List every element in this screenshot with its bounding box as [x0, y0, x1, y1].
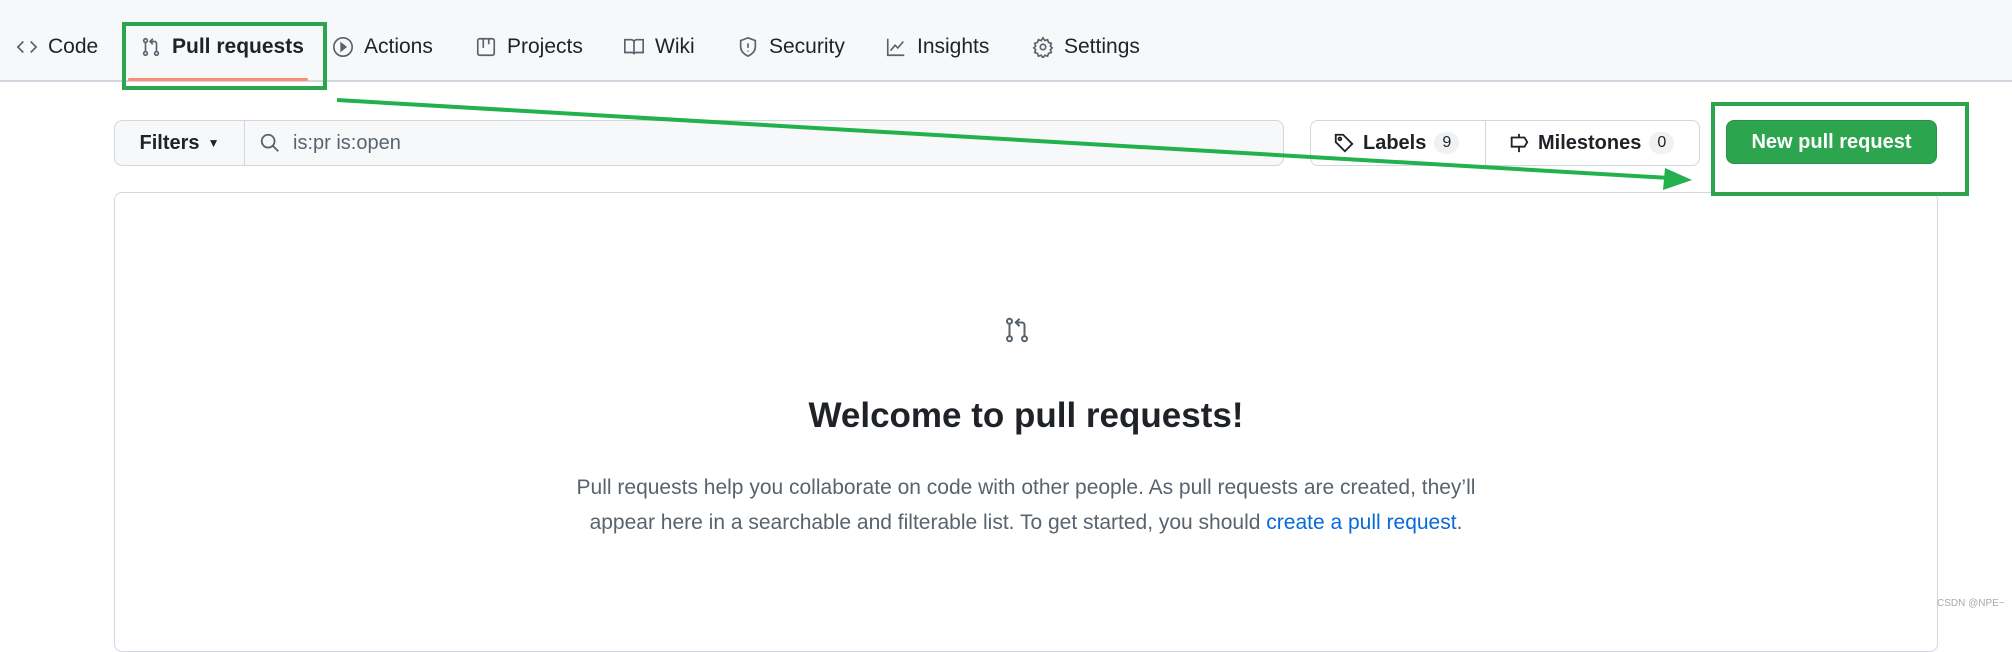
watermark: CSDN @NPE~ — [1937, 598, 2005, 609]
annotation-arrow — [336, 98, 1692, 190]
